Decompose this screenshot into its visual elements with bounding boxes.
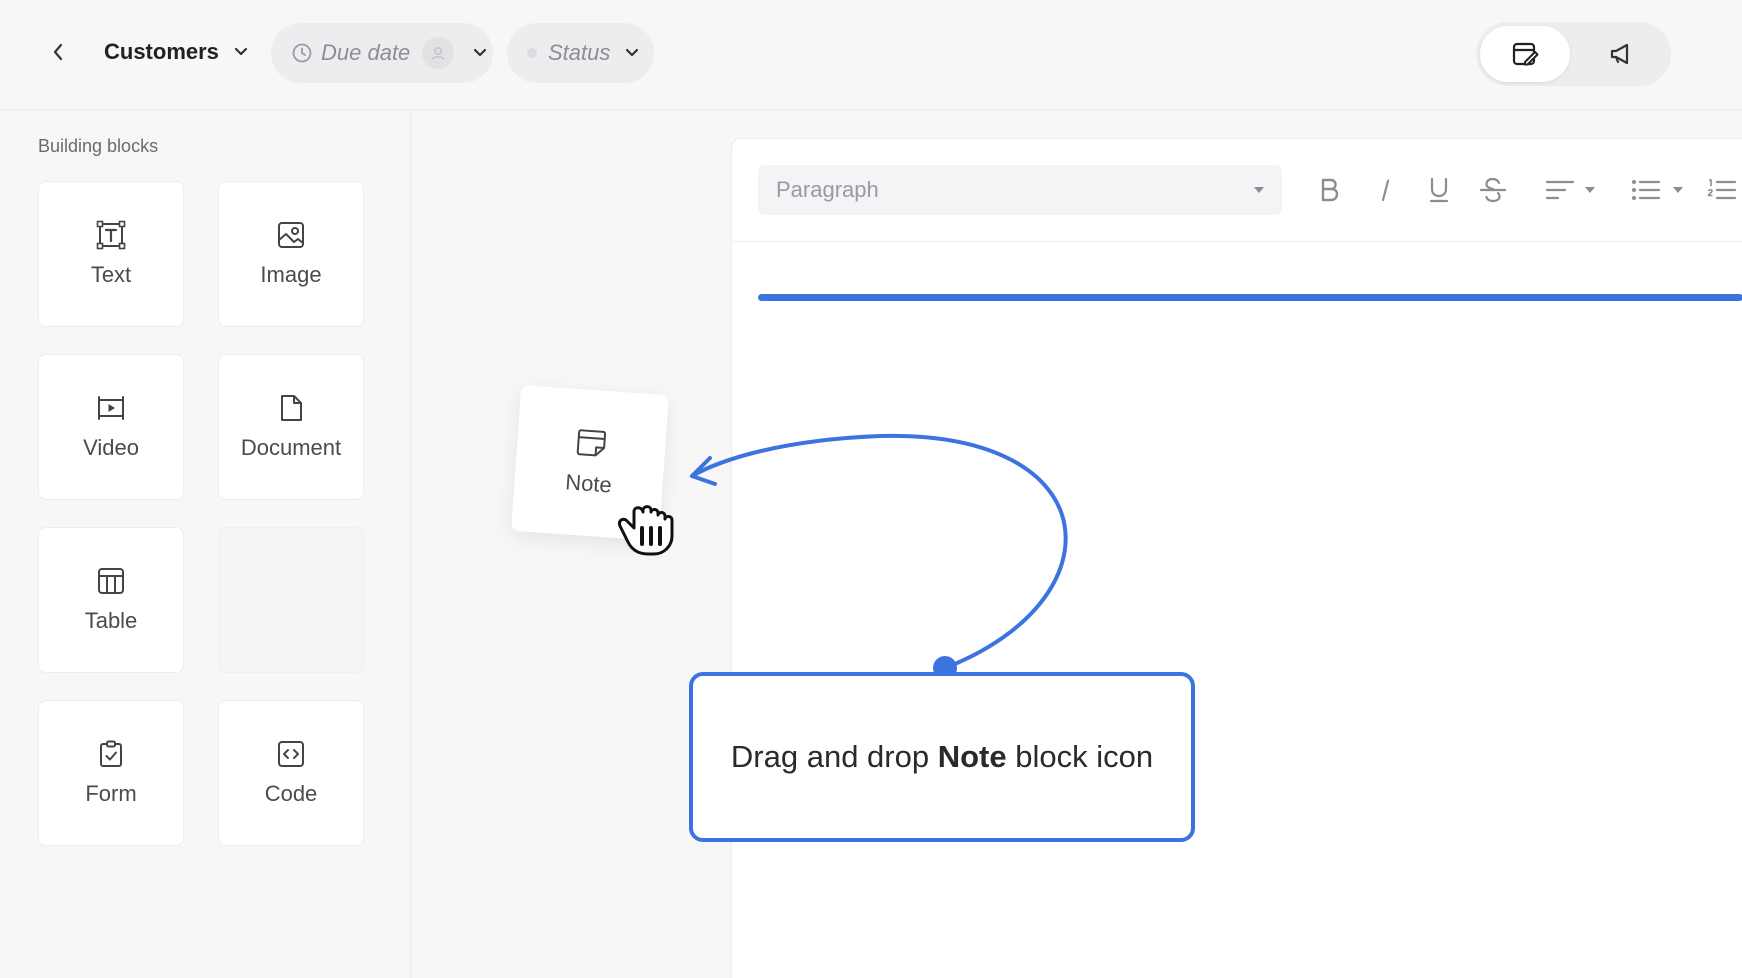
strikethrough-button[interactable] [1472,169,1514,211]
callout-suffix: block icon [1006,739,1154,774]
block-text[interactable]: Text [38,181,184,327]
status-dot [527,48,537,58]
chevron-down-icon [474,48,487,57]
status-label: Status [548,40,611,65]
underline-button[interactable] [1418,169,1460,211]
instruction-callout: Drag and drop Note block icon [689,672,1195,842]
edit-document-icon [1512,42,1539,66]
edit-view-button[interactable] [1480,26,1570,82]
editor-canvas[interactable]: Paragraph [731,138,1742,978]
building-blocks-sidebar: Building blocks Text Image Video Documen… [0,111,411,978]
block-form[interactable]: Form [38,700,184,846]
view-toggle [1476,22,1671,86]
callout-text: Drag and drop Note block icon [731,736,1153,778]
user-icon [432,46,445,60]
bullet-list-dropdown[interactable] [1626,169,1690,211]
numbered-list-button[interactable] [1704,169,1740,211]
chevron-left-icon [53,43,63,61]
block-label: Code [264,781,318,806]
top-bar: Customers Due date Status [0,0,1742,110]
megaphone-icon [1610,43,1629,65]
block-image[interactable]: Image [218,181,364,327]
dragged-block-label: Note [564,469,613,498]
drop-indicator-line [758,294,1742,301]
breadcrumb-customers[interactable]: Customers [104,36,249,68]
avatar [422,37,455,69]
table-icon [98,568,124,594]
due-date-label: Due date [321,40,411,65]
caret-down-icon [1673,187,1683,193]
grab-cursor-icon [618,505,674,556]
bold-button[interactable] [1310,169,1348,211]
block-label: Form [85,781,137,806]
block-empty-slot [218,527,364,673]
align-dropdown[interactable] [1540,169,1602,211]
block-code[interactable]: Code [218,700,364,846]
chevron-down-icon [234,47,248,56]
back-button[interactable] [44,38,72,66]
clock-icon [292,43,312,63]
align-icon [1545,180,1575,200]
block-document[interactable]: Document [218,354,364,500]
note-icon [576,429,607,457]
block-label: Text [90,262,132,287]
announce-view-button[interactable] [1576,26,1666,82]
italic-icon [1381,179,1390,202]
block-label: Table [84,608,138,633]
callout-bold: Note [937,739,1007,774]
block-label: Video [83,435,139,460]
code-icon [278,741,304,767]
block-label: Image [260,262,322,287]
block-table[interactable]: Table [38,527,184,673]
paragraph-style-select[interactable]: Paragraph [758,165,1282,215]
sidebar-title: Building blocks [38,136,159,156]
underline-icon [1429,177,1449,203]
paragraph-style-value: Paragraph [776,177,879,202]
bold-icon [1321,178,1339,202]
caret-down-icon [1585,187,1595,193]
block-label: Document [240,435,342,460]
text-box-icon [96,220,126,250]
italic-button[interactable] [1366,169,1404,211]
format-toolbar: Paragraph [732,139,1742,242]
video-icon [98,396,124,420]
document-icon [281,395,302,421]
status-filter[interactable]: Status [507,23,654,83]
image-icon [278,222,304,248]
clipboard-check-icon [100,740,122,767]
breadcrumb-label: Customers [104,39,219,64]
bullet-list-icon [1632,180,1661,200]
numbered-list-icon [1707,179,1737,200]
callout-prefix: Drag and drop [730,739,938,774]
due-date-filter[interactable]: Due date [271,23,493,83]
chevron-down-icon [626,48,639,57]
strikethrough-icon [1479,177,1507,203]
caret-down-icon [1254,187,1264,193]
block-video[interactable]: Video [38,354,184,500]
